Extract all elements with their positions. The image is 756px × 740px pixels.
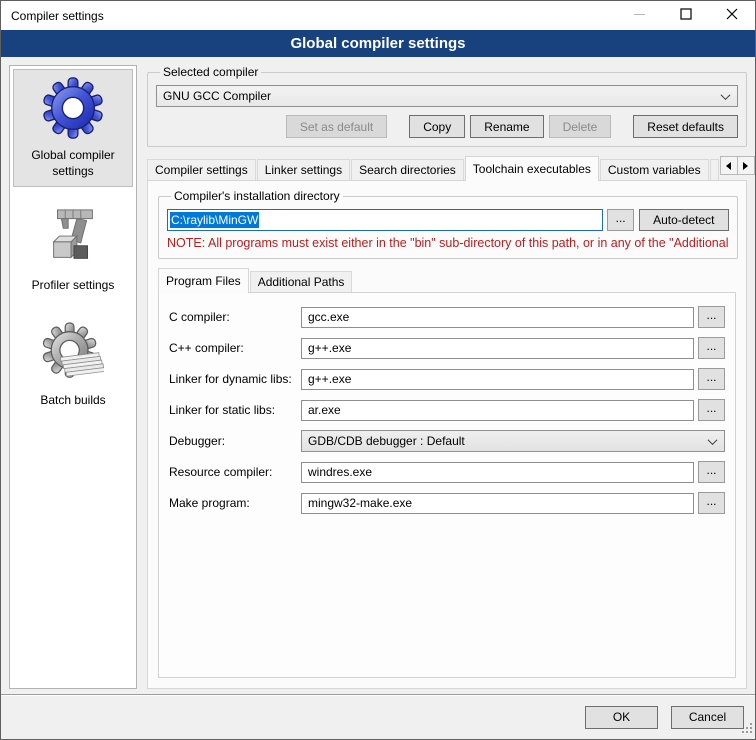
tab-scroll-right-button[interactable] bbox=[737, 156, 755, 175]
cpp-compiler-label: C++ compiler: bbox=[169, 341, 301, 355]
chevron-down-icon bbox=[708, 435, 718, 445]
tab-additional-paths[interactable]: Additional Paths bbox=[250, 271, 353, 292]
dynamic-linker-value: g++.exe bbox=[308, 372, 351, 386]
minimize-button bbox=[617, 1, 663, 30]
gear-stack-icon bbox=[42, 322, 104, 387]
installation-directory-value: C:\raylib\MinGW bbox=[170, 212, 259, 228]
caliper-icon bbox=[42, 207, 104, 272]
form-row: Resource compiler: windres.exe ... bbox=[169, 461, 725, 483]
resource-compiler-input[interactable]: windres.exe bbox=[301, 462, 694, 483]
tab-compiler-settings[interactable]: Compiler settings bbox=[147, 159, 256, 180]
form-row: Make program: mingw32-make.exe ... bbox=[169, 492, 725, 514]
directory-note: NOTE: All programs must exist either in … bbox=[167, 236, 729, 250]
set-as-default-button: Set as default bbox=[286, 115, 387, 138]
tab-build-options[interactable]: Build options bbox=[710, 159, 719, 180]
c-compiler-browse-button[interactable]: ... bbox=[698, 306, 725, 328]
sidebar-item-batch-builds[interactable]: Batch builds bbox=[13, 314, 133, 417]
installation-directory-group-label: Compiler's installation directory bbox=[171, 189, 343, 203]
auto-detect-button[interactable]: Auto-detect bbox=[639, 209, 728, 231]
static-linker-input[interactable]: ar.exe bbox=[301, 400, 694, 421]
static-linker-browse-button[interactable]: ... bbox=[698, 399, 725, 421]
sidebar-item-label: Profiler settings bbox=[21, 278, 125, 294]
dynamic-linker-label: Linker for dynamic libs: bbox=[169, 372, 301, 386]
cpp-compiler-browse-button[interactable]: ... bbox=[698, 337, 725, 359]
window-controls bbox=[617, 1, 755, 30]
minimize-icon bbox=[634, 8, 646, 23]
tab-toolchain-executables[interactable]: Toolchain executables bbox=[465, 156, 599, 181]
form-row: C compiler: gcc.exe ... bbox=[169, 306, 725, 328]
debugger-value: GDB/CDB debugger : Default bbox=[308, 434, 465, 448]
resource-compiler-browse-button[interactable]: ... bbox=[698, 461, 725, 483]
installation-directory-group: Compiler's installation directory C:\ray… bbox=[158, 189, 738, 259]
program-tabs: Program Files Additional Paths bbox=[158, 268, 736, 292]
dynamic-linker-browse-button[interactable]: ... bbox=[698, 368, 725, 390]
tab-linker-settings[interactable]: Linker settings bbox=[257, 159, 350, 180]
arrow-right-icon bbox=[743, 162, 748, 170]
settings-tabs: Compiler settings Linker settings Search… bbox=[147, 156, 747, 180]
sidebar-item-global-compiler-settings[interactable]: Global compiler settings bbox=[13, 69, 133, 187]
delete-button: Delete bbox=[549, 115, 612, 138]
toolchain-executables-page: Compiler's installation directory C:\ray… bbox=[147, 180, 747, 689]
sidebar-item-profiler-settings[interactable]: Profiler settings bbox=[13, 199, 133, 302]
debugger-select[interactable]: GDB/CDB debugger : Default bbox=[301, 430, 725, 452]
copy-button[interactable]: Copy bbox=[409, 115, 465, 138]
make-program-browse-button[interactable]: ... bbox=[698, 492, 725, 514]
form-row: Debugger: GDB/CDB debugger : Default bbox=[169, 430, 725, 452]
sidebar-item-label: Batch builds bbox=[21, 393, 125, 409]
blue-gear-icon bbox=[42, 77, 104, 142]
tab-custom-variables[interactable]: Custom variables bbox=[600, 159, 709, 180]
settings-category-list: Global compiler settings bbox=[9, 65, 137, 689]
selected-compiler-group: Selected compiler GNU GCC Compiler Set a… bbox=[147, 65, 747, 147]
tab-program-files[interactable]: Program Files bbox=[158, 268, 249, 293]
c-compiler-input[interactable]: gcc.exe bbox=[301, 307, 694, 328]
program-files-page: C compiler: gcc.exe ... C++ compiler: g+… bbox=[158, 292, 736, 678]
reset-defaults-button[interactable]: Reset defaults bbox=[633, 115, 738, 138]
rename-button[interactable]: Rename bbox=[470, 115, 543, 138]
form-row: Linker for static libs: ar.exe ... bbox=[169, 399, 725, 421]
tab-scroll-left-button[interactable] bbox=[720, 156, 738, 175]
compiler-settings-dialog: Compiler settings Global compiler settin… bbox=[0, 0, 756, 740]
maximize-icon bbox=[680, 8, 692, 23]
make-program-input[interactable]: mingw32-make.exe bbox=[301, 493, 694, 514]
cpp-compiler-input[interactable]: g++.exe bbox=[301, 338, 694, 359]
close-button[interactable] bbox=[709, 1, 755, 30]
form-row: C++ compiler: g++.exe ... bbox=[169, 337, 725, 359]
installation-directory-input[interactable]: C:\raylib\MinGW bbox=[167, 209, 603, 231]
browse-directory-button[interactable]: ... bbox=[607, 209, 634, 231]
window-title: Compiler settings bbox=[1, 9, 617, 23]
dynamic-linker-input[interactable]: g++.exe bbox=[301, 369, 694, 390]
selected-compiler-group-label: Selected compiler bbox=[160, 65, 261, 79]
debugger-label: Debugger: bbox=[169, 434, 301, 448]
compiler-actions: Set as default Copy Rename Delete Reset … bbox=[156, 115, 738, 138]
title-bar: Compiler settings bbox=[1, 1, 755, 30]
compiler-select-value: GNU GCC Compiler bbox=[163, 89, 271, 103]
resize-grip-icon[interactable] bbox=[741, 722, 753, 737]
sidebar-item-label: Global compiler settings bbox=[21, 148, 125, 179]
make-program-value: mingw32-make.exe bbox=[308, 496, 412, 510]
resource-compiler-label: Resource compiler: bbox=[169, 465, 301, 479]
resource-compiler-value: windres.exe bbox=[308, 465, 372, 479]
tab-search-directories[interactable]: Search directories bbox=[351, 159, 464, 180]
make-program-label: Make program: bbox=[169, 496, 301, 510]
tab-scroll-buttons bbox=[720, 156, 755, 175]
cpp-compiler-value: g++.exe bbox=[308, 341, 351, 355]
close-icon bbox=[726, 8, 738, 23]
arrow-left-icon bbox=[726, 162, 731, 170]
compiler-select[interactable]: GNU GCC Compiler bbox=[156, 85, 738, 107]
maximize-button[interactable] bbox=[663, 1, 709, 30]
page-title: Global compiler settings bbox=[1, 30, 755, 57]
c-compiler-value: gcc.exe bbox=[308, 310, 349, 324]
c-compiler-label: C compiler: bbox=[169, 310, 301, 324]
ok-button[interactable]: OK bbox=[585, 706, 658, 729]
form-row: Linker for dynamic libs: g++.exe ... bbox=[169, 368, 725, 390]
static-linker-label: Linker for static libs: bbox=[169, 403, 301, 417]
static-linker-value: ar.exe bbox=[308, 403, 341, 417]
chevron-down-icon bbox=[721, 90, 731, 100]
cancel-button[interactable]: Cancel bbox=[671, 706, 744, 729]
dialog-footer: OK Cancel bbox=[1, 694, 755, 739]
